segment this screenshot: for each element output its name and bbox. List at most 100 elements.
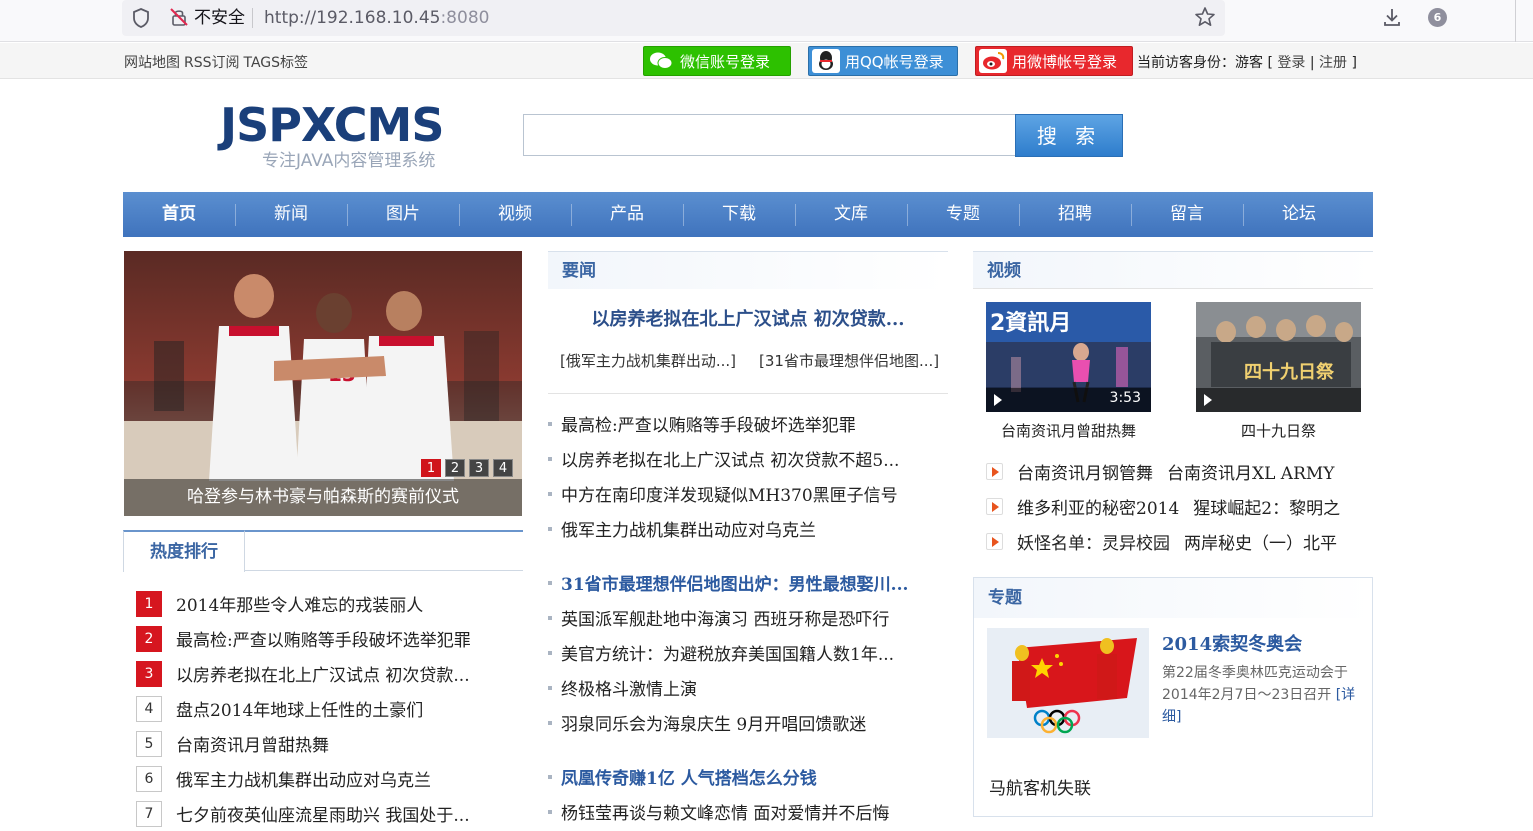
rank-badge: 7 <box>136 800 162 827</box>
list-item[interactable]: 最高检:严查以贿赂等手段破坏选举犯罪 <box>548 406 948 441</box>
rank-title[interactable]: 俄军主力战机集群出动应对乌克兰 <box>176 766 431 791</box>
slider-page-2[interactable]: 2 <box>445 459 465 477</box>
extensions-badge[interactable]: 6 <box>1428 8 1447 27</box>
logo-slogan: 专注JAVA内容管理系统 <box>262 151 436 171</box>
list-item[interactable]: 俄军主力战机集群出动应对乌克兰 <box>548 511 948 546</box>
video-caption[interactable]: 台南资讯月曾甜热舞 <box>986 420 1151 441</box>
video-thumbnail[interactable]: 四十九日祭 <box>1196 302 1361 412</box>
video-link[interactable]: 两岸秘史（一）北平 <box>1184 529 1337 554</box>
site-logo[interactable]: JSPXCMS 专注JAVA内容管理系统 <box>220 100 490 180</box>
rank-badge: 3 <box>136 660 162 687</box>
rss-link[interactable]: RSS订阅 <box>184 55 240 71</box>
nav-library[interactable]: 文库 <box>795 192 907 237</box>
headline-link[interactable]: 以房养老拟在北上广汉试点 初次贷款... <box>548 305 948 331</box>
rank-title[interactable]: 七夕前夜英仙座流星雨助兴 我国处于... <box>176 801 470 826</box>
video-link[interactable]: 台南资讯月XL ARMY <box>1167 459 1335 484</box>
slider-caption[interactable]: 哈登参与林书豪与帕森斯的赛前仪式 <box>124 479 522 516</box>
main-nav: 首页 新闻 图片 视频 产品 下载 文库 专题 招聘 留言 论坛 <box>123 192 1373 237</box>
tags-link[interactable]: TAGS标签 <box>244 55 309 71</box>
topic-section-title[interactable]: 专题 <box>974 578 1372 618</box>
bookmark-star-icon[interactable] <box>1194 6 1216 28</box>
video-link[interactable]: 妖怪名单：灵异校园 <box>1017 529 1170 554</box>
svg-text:四十九日祭: 四十九日祭 <box>1244 361 1335 383</box>
list-item[interactable]: 2 最高检:严查以贿赂等手段破坏选举犯罪 <box>136 621 516 656</box>
url-host: http://192.168.10.45 <box>264 8 441 28</box>
video-thumbnail[interactable]: 2資訊月 3:53 <box>986 302 1151 412</box>
list-item: 台南资讯月钢管舞 台南资讯月XL ARMY <box>986 454 1376 489</box>
wechat-login-button[interactable]: 微信账号登录 <box>643 46 791 76</box>
list-item-lead[interactable]: 凤凰传奇赚1亿 人气搭档怎么分钱 <box>548 759 948 794</box>
video-link[interactable]: 维多利亚的秘密2014 <box>1017 494 1179 519</box>
sitemap-link[interactable]: 网站地图 <box>124 55 180 71</box>
video-section-title[interactable]: 视频 <box>973 252 1373 290</box>
register-link[interactable]: 注册 <box>1319 55 1347 71</box>
nav-topics[interactable]: 专题 <box>907 192 1019 237</box>
list-item[interactable]: 羽泉同乐会为海泉庆生 9月开唱回馈歌迷 <box>548 705 948 740</box>
tab-hot-ranking[interactable]: 热度排行 <box>123 530 245 572</box>
insecure-lock-icon[interactable] <box>170 7 188 27</box>
security-label[interactable]: 不安全 <box>194 7 245 29</box>
rank-title[interactable]: 台南资讯月曾甜热舞 <box>176 731 329 756</box>
video-thumb-image: 四十九日祭 <box>1196 302 1361 412</box>
nav-products[interactable]: 产品 <box>571 192 683 237</box>
rank-title[interactable]: 盘点2014年地球上任性的土豪们 <box>176 696 423 721</box>
wechat-icon <box>647 49 675 73</box>
list-item[interactable]: 美官方统计：为避税放弃美国国籍人数1年... <box>548 635 948 670</box>
url-text[interactable]: http://192.168.10.45:8080 <box>264 7 489 29</box>
svg-text:2資訊月: 2資訊月 <box>990 310 1071 336</box>
featured-slider[interactable]: 1 3 1234 哈登参与林书豪与帕森斯的赛前仪式 <box>124 251 522 516</box>
hot-ranking-tabs: 热度排行 <box>123 530 523 572</box>
video-link[interactable]: 猩球崛起2：黎明之 <box>1193 494 1340 519</box>
list-item[interactable]: 3 以房养老拟在北上广汉试点 初次贷款... <box>136 656 516 691</box>
nav-pictures[interactable]: 图片 <box>347 192 459 237</box>
login-link[interactable]: 登录 <box>1277 55 1305 71</box>
nav-video[interactable]: 视频 <box>459 192 571 237</box>
list-item: 维多利亚的秘密2014 猩球崛起2：黎明之 <box>986 489 1376 524</box>
nav-downloads[interactable]: 下载 <box>683 192 795 237</box>
list-item[interactable]: 4 盘点2014年地球上任性的土豪们 <box>136 691 516 726</box>
video-link[interactable]: 台南资讯月钢管舞 <box>1017 459 1153 484</box>
window-edge <box>1515 0 1533 42</box>
rank-title[interactable]: 2014年那些令人难忘的戎装丽人 <box>176 591 423 616</box>
topic-title[interactable]: 2014索契冬奥会 <box>1162 630 1302 656</box>
nav-guestbook[interactable]: 留言 <box>1131 192 1243 237</box>
list-item-lead[interactable]: 31省市最理想伴侣地图出炉：男性最想娶川... <box>548 565 948 600</box>
sub-link[interactable]: [俄军主力战机集群出动...] <box>560 350 736 371</box>
rank-badge: 5 <box>136 730 162 757</box>
nav-jobs[interactable]: 招聘 <box>1019 192 1131 237</box>
list-item[interactable]: 英国派军舰赴地中海演习 西班牙称是恐吓行 <box>548 600 948 635</box>
qq-login-button[interactable]: 用QQ帐号登录 <box>808 46 958 76</box>
wechat-login-label: 微信账号登录 <box>680 53 771 71</box>
visitor-suffix: ] <box>1351 55 1357 71</box>
nav-home[interactable]: 首页 <box>123 192 235 237</box>
slider-page-1[interactable]: 1 <box>421 459 441 477</box>
topic-image[interactable] <box>987 628 1149 738</box>
list-item[interactable]: 7 七夕前夜英仙座流星雨助兴 我国处于... <box>136 796 516 831</box>
sub-link[interactable]: [31省市最理想伴侣地图...] <box>759 350 939 371</box>
list-item[interactable]: 终极格斗激情上演 <box>548 670 948 705</box>
topic-section: 专题 2014索契冬奥会 第22届冬季奥林匹克运动会于2014年2月7日～23日… <box>973 577 1373 817</box>
search-input[interactable] <box>523 114 1017 156</box>
news-section-title[interactable]: 要闻 <box>548 252 948 290</box>
download-icon[interactable] <box>1382 6 1402 28</box>
shield-icon[interactable] <box>132 8 150 28</box>
topic-next-item[interactable]: 马航客机失联 <box>989 774 1091 799</box>
search-button[interactable]: 搜 索 <box>1015 114 1123 157</box>
video-caption[interactable]: 四十九日祭 <box>1196 420 1361 441</box>
slider-page-4[interactable]: 4 <box>493 459 513 477</box>
visitor-status: 当前访客身份：游客 [ 登录 | 注册 ] <box>1137 52 1357 72</box>
list-item[interactable]: 5 台南资讯月曾甜热舞 <box>136 726 516 761</box>
list-item[interactable]: 6 俄军主力战机集群出动应对乌克兰 <box>136 761 516 796</box>
list-item[interactable]: 1 2014年那些令人难忘的戎装丽人 <box>136 586 516 621</box>
nav-news[interactable]: 新闻 <box>235 192 347 237</box>
list-item[interactable]: 中方在南印度洋发现疑似MH370黑匣子信号 <box>548 476 948 511</box>
rank-title[interactable]: 最高检:严查以贿赂等手段破坏选举犯罪 <box>176 626 471 651</box>
weibo-login-button[interactable]: 用微博帐号登录 <box>975 46 1133 76</box>
rank-title[interactable]: 以房养老拟在北上广汉试点 初次贷款... <box>176 661 470 686</box>
rank-badge: 2 <box>136 625 162 652</box>
utility-links: 网站地图 RSS订阅 TAGS标签 <box>124 52 312 72</box>
nav-forum[interactable]: 论坛 <box>1243 192 1355 237</box>
url-separator <box>252 8 253 28</box>
list-item[interactable]: 以房养老拟在北上广汉试点 初次贷款不超5... <box>548 441 948 476</box>
slider-page-3[interactable]: 3 <box>469 459 489 477</box>
